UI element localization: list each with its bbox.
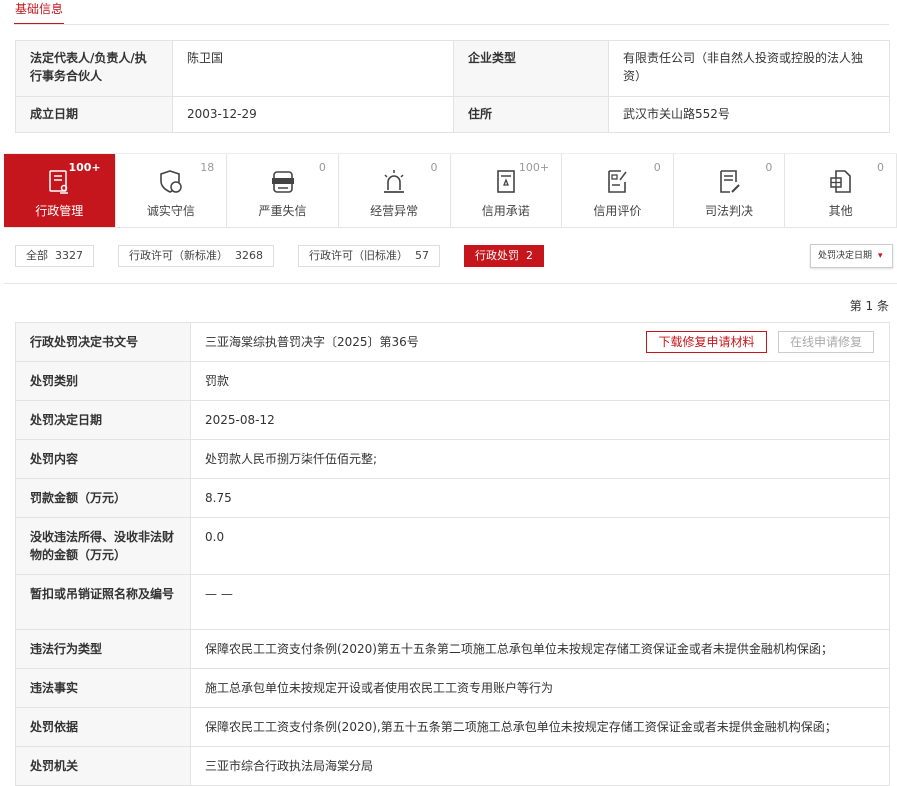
filter-label: 全部 [26,249,48,262]
tab-commitment-certificate[interactable]: 100+ 信用承诺 [451,154,563,227]
dishonest-person-icon [271,171,294,193]
category-tabs: 100+ 行政管理 18 诚实守信 0 严重失信 0 经营异常 100+ 信用承诺 0 信用评价 0 司法… [4,153,897,228]
filter-all[interactable]: 全部 3327 [15,245,94,267]
divider [4,283,897,284]
field-label: 没收违法所得、没收非法财物的金额（万元） [15,517,191,575]
tab-label: 诚实守信 [146,204,195,218]
field-value: 处罚款人民币捌万柒仟伍佰元整; [190,439,890,479]
filter-license-new[interactable]: 行政许可（新标准） 3268 [118,245,274,267]
tab-label: 信用评价 [593,204,642,218]
tab-count: 0 [765,161,773,174]
tab-count: 0 [877,161,884,174]
table-row: 处罚决定日期 2025-08-12 [15,400,890,440]
filter-bar: 全部 3327 行政许可（新标准） 3268 行政许可（旧标准） 57 行政处罚… [15,245,544,267]
field-value: 三亚市综合行政执法局海棠分局 [190,746,890,786]
sort-arrow-icon: ▾ [878,251,883,261]
filter-license-old[interactable]: 行政许可（旧标准） 57 [298,245,440,267]
filter-label: 行政处罚 [475,249,519,262]
online-repair-button[interactable]: 在线申请修复 [778,331,874,353]
table-row: 罚款金额（万元） 8.75 [15,478,890,518]
table-row: 处罚内容 处罚款人民币捌万柒仟伍佰元整; [15,439,890,479]
table-row: 违法事实 施工总承包单位未按规定开设或者使用农民工工资专用账户等行为 [15,668,890,708]
addr-label: 住所 [453,96,609,133]
filter-count: 3268 [235,249,263,262]
table-row: 处罚类别 罚款 [15,361,890,401]
field-label: 处罚依据 [15,707,191,747]
tab-other-document[interactable]: 0 其他 [785,154,897,227]
commitment-certificate-icon [497,170,515,193]
tab-judgment[interactable]: 0 司法判决 [674,154,786,227]
field-value: 2025-08-12 [190,400,890,440]
tab-label: 行政管理 [35,204,84,218]
basic-info-table: 法定代表人/负责人/执行事务合伙人 陈卫国 企业类型 有限责任公司（非自然人投资… [15,40,890,133]
judgment-icon [720,170,740,193]
field-label: 罚款金额（万元） [15,478,191,518]
tab-label: 信用承诺 [481,204,530,218]
tab-alarm-light[interactable]: 0 经营异常 [339,154,451,227]
tab-label: 司法判决 [705,204,754,218]
tab-count: 0 [653,161,661,174]
tab-admin-document[interactable]: 100+ 行政管理 [4,154,116,227]
date-label: 成立日期 [15,96,173,133]
filter-label: 行政许可（新标准） [129,249,228,262]
date-value: 2003-12-29 [172,96,454,133]
filter-count: 3327 [55,249,83,262]
record-count: 第 1 条 [849,299,889,313]
field-label: 处罚内容 [15,439,191,479]
field-label: 处罚机关 [15,746,191,786]
field-value: 8.75 [190,478,890,518]
evaluation-icon [608,170,628,193]
field-value: 0.0 [190,517,890,575]
table-row: 没收违法所得、没收非法财物的金额（万元） 0.0 [15,517,890,575]
filter-penalty[interactable]: 行政处罚 2 [464,245,544,267]
tab-count: 18 [200,161,215,174]
tab-count: 0 [318,161,326,174]
tab-count: 100+ [518,161,550,174]
field-label: 处罚类别 [15,361,191,401]
rep-value: 陈卫国 [172,40,454,97]
addr-value: 武汉市关山路552号 [608,96,890,133]
field-value: 罚款 [190,361,890,401]
download-repair-materials-button[interactable]: 下载修复申请材料 [646,331,767,353]
filter-label: 行政许可（旧标准） [309,249,408,262]
tab-count: 100+ [68,161,101,174]
table-row: 暂扣或吊销证照名称及编号 — — [15,574,890,630]
sort-by-date-button[interactable]: 处罚决定日期 ▾ [810,244,893,268]
type-value: 有限责任公司（非自然人投资或控股的法人独资） [608,40,890,97]
divider [14,24,889,25]
field-label: 违法事实 [15,668,191,708]
tab-dishonest-person[interactable]: 0 严重失信 [227,154,339,227]
section-title-basic-info: 基础信息 [14,0,65,25]
tab-count: 0 [430,161,438,174]
tab-label: 其他 [828,204,853,218]
tab-label: 严重失信 [258,204,307,218]
table-row: 处罚机关 三亚市综合行政执法局海棠分局 [15,746,890,786]
tab-shield[interactable]: 18 诚实守信 [116,154,228,227]
field-label: 行政处罚决定书文号 [15,322,191,362]
tab-evaluation[interactable]: 0 信用评价 [562,154,674,227]
field-value: 保障农民工工资支付条例(2020)第五十五条第二项施工总承包单位未按规定存储工资… [190,629,890,669]
field-label: 违法行为类型 [15,629,191,669]
field-label: 处罚决定日期 [15,400,191,440]
rep-label: 法定代表人/负责人/执行事务合伙人 [15,40,173,97]
filter-count: 2 [526,249,533,262]
penalty-detail-table: 行政处罚决定书文号 三亚海棠综执普罚决字〔2025〕第36号 处罚类别 罚款 处罚决定日… [15,322,890,786]
type-label: 企业类型 [453,40,609,97]
table-row: 处罚依据 保障农民工工资支付条例(2020),第五十五条第二项施工总承包单位未按规… [15,707,890,747]
field-value: — — [190,574,890,630]
alarm-light-icon [384,170,405,193]
filter-count: 57 [415,249,429,262]
tab-label: 经营异常 [370,204,419,218]
table-row: 违法行为类型 保障农民工工资支付条例(2020)第五十五条第二项施工总承包单位未按… [15,629,890,669]
sort-label: 处罚决定日期 [818,251,873,261]
field-value: 施工总承包单位未按规定开设或者使用农民工工资专用账户等行为 [190,668,890,708]
other-document-icon [829,170,851,193]
field-value: 保障农民工工资支付条例(2020),第五十五条第二项施工总承包单位未按规定存储工… [190,707,890,747]
field-label: 暂扣或吊销证照名称及编号 [15,574,191,630]
shield-icon [160,170,182,193]
